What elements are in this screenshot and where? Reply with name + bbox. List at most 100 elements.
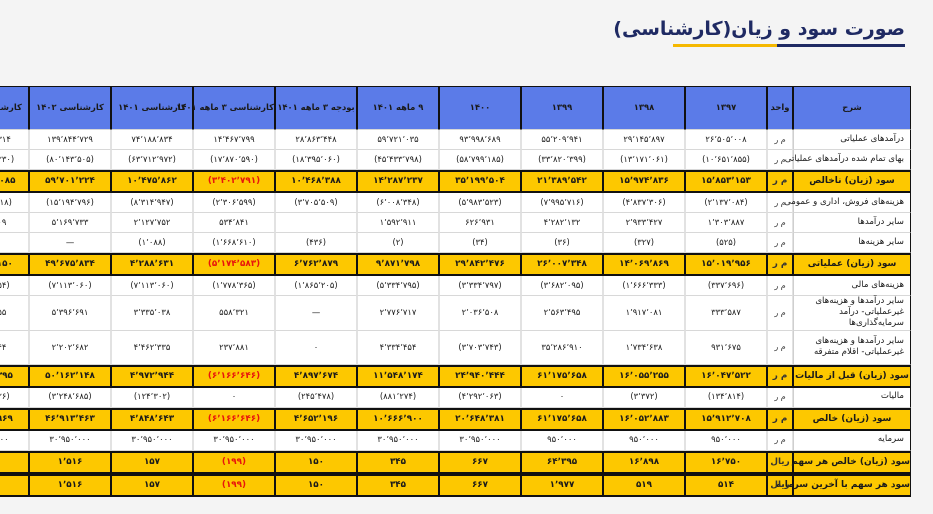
row-unit: م ر bbox=[767, 331, 793, 365]
table-cell: ۴٬۲۸۸٬۶۳۱ bbox=[111, 253, 193, 276]
table-cell: (۱۱۹٬۳۴۸٬۲۳۰) bbox=[0, 150, 29, 170]
table-cell: ۱۰۵٬۳۹۷٬۰۸۵ bbox=[0, 170, 29, 193]
table-cell: (۱۳٬۱۷۱٬۰۶۱) bbox=[603, 150, 685, 170]
table-cell: (۱۲۴٬۳۰۲) bbox=[111, 388, 193, 408]
table-cell: (۱٬۸۶۵٬۲۰۵) bbox=[275, 276, 357, 296]
table-cell: ۵٬۱۶۹٬۷۳۳ bbox=[29, 213, 111, 233]
table-cell: (۳۲۷) bbox=[603, 233, 685, 253]
table-body: درآمدهای عملیاتیم ر۲۶٬۵۰۵٬۰۰۸۲۹٬۱۴۵٬۸۹۷۵… bbox=[0, 130, 911, 497]
table-cell: (۳٬۳۳۴٬۷۹۷) bbox=[439, 276, 521, 296]
table-cell: ۵۱۹ bbox=[603, 474, 685, 497]
row-label: سرمایه bbox=[793, 431, 911, 451]
table-cell: ۹۵۰٬۰۰۰ bbox=[603, 431, 685, 451]
table-cell: ۴٬۸۹۷٬۶۷۴ bbox=[275, 365, 357, 388]
title-underline bbox=[673, 44, 905, 47]
column-header-4[interactable]: ۱۳۹۹ bbox=[521, 86, 603, 130]
row-unit: م ر bbox=[767, 388, 793, 408]
table-row: سود (زیان) عملیاتیم ر۱۵٬۰۱۹٬۹۵۶۱۴٬۰۶۹٬۸۶… bbox=[0, 253, 911, 276]
table-cell: ۲٬۹۳۳٬۴۲۷ bbox=[603, 213, 685, 233]
table-cell: (۳٬۴۰۲٬۷۹۱) bbox=[193, 170, 275, 193]
table-cell: ۲۰٬۶۴۸٬۳۸۱ bbox=[439, 408, 521, 431]
table-cell: (۱۸٬۳۹۵٬۰۶۰) bbox=[275, 150, 357, 170]
table-cell: (۶٬۲۳۱٬۴۲۶) bbox=[0, 388, 29, 408]
table-cell: ۲۱٬۳۸۹٬۵۴۲ bbox=[521, 170, 603, 193]
row-label: بهای تمام شده درآمدهای عملیاتی bbox=[793, 150, 911, 170]
table-cell: ۱٬۵۱۶ bbox=[29, 474, 111, 497]
table-cell: ۵۵۸٬۳۲۱ bbox=[193, 296, 275, 331]
table-cell: ۳۰٬۹۵۰٬۰۰۰ bbox=[357, 431, 439, 451]
table-cell: (۳۶) bbox=[521, 233, 603, 253]
table-cell: ۸٬۶۷۳٬۰۵۵ bbox=[0, 296, 29, 331]
table-cell: (۲۶٬۳۱۳٬۷۱۸) bbox=[0, 193, 29, 213]
table-cell: (۱۷٬۸۷۰٬۵۹۰) bbox=[193, 150, 275, 170]
table-cell: ۱٬۵۱۶ bbox=[29, 451, 111, 474]
table-cell: ۳٬۵۳۹٬۹۴۴ bbox=[0, 331, 29, 365]
table-cell: ۱۵٬۰۱۹٬۹۵۶ bbox=[685, 253, 767, 276]
table-row: هزینه‌های مالیم ر(۳۳۷٬۶۹۶)(۱٬۶۶۶٬۳۳۳)(۳٬… bbox=[0, 276, 911, 296]
table-row: سرمایهم ر۹۵۰٬۰۰۰۹۵۰٬۰۰۰۹۵۰٬۰۰۰۳۰٬۹۵۰٬۰۰۰… bbox=[0, 431, 911, 451]
table-cell: ۱۵۰ bbox=[275, 451, 357, 474]
row-unit: م ر bbox=[767, 170, 793, 193]
table-cell: ۶۱٬۱۷۵٬۶۵۸ bbox=[521, 365, 603, 388]
table-cell: (۶۳٬۷۱۲٬۹۷۲) bbox=[111, 150, 193, 170]
table-cell: ۲٬۸۱۰ bbox=[0, 474, 29, 497]
table-cell: ۲٬۷۷۶٬۷۱۷ bbox=[357, 296, 439, 331]
row-unit: م ر bbox=[767, 365, 793, 388]
column-header-2[interactable]: ۱۳۹۷ bbox=[685, 86, 767, 130]
page-root: صورت سود و زیان(کارشناسی) شرحواحد۱۳۹۷۱۳۹… bbox=[0, 0, 933, 514]
income-statement-table: شرحواحد۱۳۹۷۱۳۹۸۱۳۹۹۱۴۰۰۹ ماهه ۱۴۰۱بودجه … bbox=[0, 86, 911, 497]
column-header-7[interactable]: بودجه ۳ ماهه ۱۴۰۱ bbox=[275, 86, 357, 130]
table-row: سود (زیان) قبل از مالیاتم ر۱۶٬۰۴۷٬۵۲۲۱۶٬… bbox=[0, 365, 911, 388]
row-label: سود (زیان) خالص bbox=[793, 408, 911, 431]
table-cell: ۴٬۸۴۸٬۶۴۳ bbox=[111, 408, 193, 431]
table-cell: ۶۶۷ bbox=[439, 474, 521, 497]
row-label: هزینه‌های فروش، اداری و عمومی bbox=[793, 193, 911, 213]
table-cell: ۱۵٬۹۷۴٬۸۳۶ bbox=[603, 170, 685, 193]
table-cell: ۴٬۹۷۲٬۹۴۴ bbox=[111, 365, 193, 388]
table-cell: ۱۶٬۷۵۰ bbox=[685, 451, 767, 474]
table-cell: ۱٬۵۹۲٬۹۱۱ bbox=[357, 213, 439, 233]
table-cell: ۹۵۰٬۰۰۰ bbox=[685, 431, 767, 451]
table-cell: ۲٬۸۱۰ bbox=[0, 451, 29, 474]
column-header-5[interactable]: ۱۴۰۰ bbox=[439, 86, 521, 130]
table-cell: — bbox=[29, 233, 111, 253]
table-cell: ۴٬۶۵۲٬۱۹۶ bbox=[275, 408, 357, 431]
table-cell: ۰ bbox=[521, 388, 603, 408]
table-cell: ۹۳٬۹۹۸٬۶۸۹ bbox=[439, 130, 521, 150]
column-header-6[interactable]: ۹ ماهه ۱۴۰۱ bbox=[357, 86, 439, 130]
table-cell: (۸۰٬۱۴۳٬۵۰۵) bbox=[29, 150, 111, 170]
table-cell: ۴٬۲۸۲٬۱۳۲ bbox=[521, 213, 603, 233]
table-cell: ۱۶٬۰۵۲٬۸۸۳ bbox=[603, 408, 685, 431]
table-cell: ۶۲۶٬۹۳۱ bbox=[439, 213, 521, 233]
table-cell bbox=[275, 213, 357, 233]
table-cell: (۴٬۲۹۲٬۰۶۳) bbox=[439, 388, 521, 408]
table-cell: ۱۴٬۴۶۷٬۷۹۹ bbox=[193, 130, 275, 150]
column-header-3[interactable]: ۱۳۹۸ bbox=[603, 86, 685, 130]
row-unit: م ر bbox=[767, 408, 793, 431]
column-header-0[interactable]: شرح bbox=[793, 86, 911, 130]
table-cell: ۳۰٬۹۵۰٬۰۰۰ bbox=[29, 431, 111, 451]
row-unit: م ر bbox=[767, 233, 793, 253]
table-cell: (۴٬۸۳۷٬۳۰۶) bbox=[603, 193, 685, 213]
row-label: سایر درآمدها و هزینه‌های غیرعملیاتی- اقل… bbox=[793, 331, 911, 365]
table-cell: ۴۶٬۹۱۳٬۴۶۳ bbox=[29, 408, 111, 431]
page-title-block: صورت سود و زیان(کارشناسی) bbox=[613, 18, 905, 47]
table-cell: ۱۵٬۸۵۳٬۱۵۳ bbox=[685, 170, 767, 193]
column-header-8[interactable]: کارشناسی ۳ ماهه ۱۴۰۱ bbox=[193, 86, 275, 130]
table-cell: ۳٬۳۳۵٬۰۳۸ bbox=[111, 296, 193, 331]
row-label: سود هر سهم با آخرین سرمایه bbox=[793, 474, 911, 497]
table-cell: ۷۴٬۱۸۸٬۸۳۴ bbox=[111, 130, 193, 150]
table-cell: ۲۶٬۵۰۵٬۰۰۸ bbox=[685, 130, 767, 150]
table-cell: ۵۹٬۷۰۱٬۲۲۴ bbox=[29, 170, 111, 193]
column-header-11[interactable]: کارشناسی ۱۴۰۳ bbox=[0, 86, 29, 130]
table-cell: ۳۰٬۹۵۰٬۰۰۰ bbox=[111, 431, 193, 451]
column-header-9[interactable]: کارشناسی ۱۴۰۱ bbox=[111, 86, 193, 130]
column-header-10[interactable]: کارشناسی ۱۴۰۲ bbox=[29, 86, 111, 130]
table-cell: ۳۰٬۹۵۰٬۰۰۰ bbox=[193, 431, 275, 451]
column-header-1[interactable]: واحد bbox=[767, 86, 793, 130]
table-cell: (۶٬۱۶۶٬۶۴۶) bbox=[193, 365, 275, 388]
table-row: سود (زیان) خالصم ر۱۵٬۹۱۲٬۷۰۸۱۶٬۰۵۲٬۸۸۳۶۱… bbox=[0, 408, 911, 431]
table-cell: (۱۹۹) bbox=[193, 474, 275, 497]
table-cell: (۳٬۳۷۲) bbox=[603, 388, 685, 408]
table-cell: (۷٬۹۹۵٬۷۱۶) bbox=[521, 193, 603, 213]
